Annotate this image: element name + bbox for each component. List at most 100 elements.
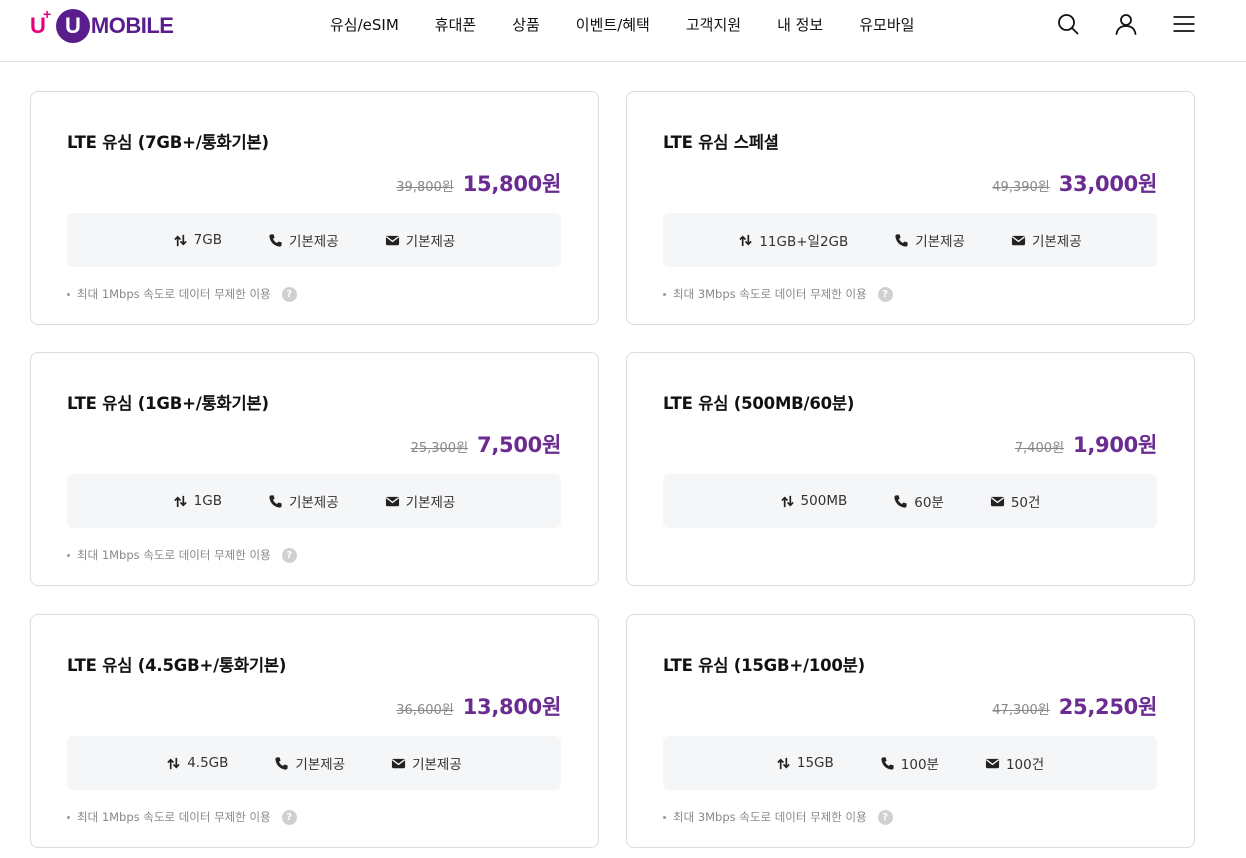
logo-plus: +: [43, 6, 52, 22]
spec-sms: 기본제공: [391, 753, 462, 773]
price-row: 49,390원 33,000원: [992, 168, 1157, 198]
nav-item-phone[interactable]: 휴대폰: [435, 14, 476, 35]
data-transfer-icon: [780, 494, 795, 509]
brand-logo[interactable]: U + U MOBILE: [30, 6, 174, 44]
spec-voice-value: 기본제공: [295, 757, 346, 773]
spec-box: 11GB+일2GB 기본제공 기본제공: [663, 213, 1157, 267]
spec-sms-value: 50건: [1010, 495, 1041, 511]
phone-icon: [894, 233, 909, 248]
data-transfer-icon: [173, 233, 188, 248]
spec-data-value: 11GB+일2GB: [759, 234, 849, 250]
help-icon[interactable]: ?: [281, 809, 297, 825]
plan-title: LTE 유심 (15GB+/100분): [663, 656, 865, 675]
price-row: 39,800원 15,800원: [396, 168, 561, 198]
mail-icon: [1011, 233, 1026, 248]
nav-item-product[interactable]: 상품: [512, 14, 540, 35]
original-price: 36,600원: [396, 703, 454, 718]
sale-price: 1,900원: [1073, 433, 1157, 457]
note-text: 최대 1Mbps 속도로 데이터 무제한 이용: [77, 810, 271, 824]
spec-voice-value: 기본제공: [288, 495, 339, 511]
phone-icon: [893, 494, 908, 509]
data-transfer-icon: [776, 756, 791, 771]
help-icon[interactable]: ?: [877, 286, 893, 302]
help-icon[interactable]: ?: [281, 286, 297, 302]
spec-box: 15GB 100분 100건: [663, 736, 1157, 790]
mail-icon: [385, 494, 400, 509]
bullet-dot: [663, 292, 666, 296]
plan-card[interactable]: LTE 유심 (1GB+/통화기본) 25,300원 7,500원 1GB 기본…: [30, 352, 599, 586]
spec-data: 7GB: [173, 232, 222, 248]
spec-box: 500MB 60분 50건: [663, 474, 1157, 528]
original-price: 47,300원: [992, 703, 1050, 718]
plan-card[interactable]: LTE 유심 (7GB+/통화기본) 39,800원 15,800원 7GB 기…: [30, 91, 599, 325]
price-row: 7,400원 1,900원: [1015, 429, 1157, 459]
mail-icon: [990, 494, 1005, 509]
spec-data: 500MB: [780, 493, 847, 509]
plan-title: LTE 유심 스페셜: [663, 133, 779, 152]
phone-icon: [880, 756, 895, 771]
spec-sms-value: 100건: [1005, 757, 1045, 773]
bullet-dot: [67, 292, 70, 296]
spec-sms-value: 기본제공: [412, 757, 462, 773]
phone-icon: [268, 233, 283, 248]
data-transfer-icon: [166, 756, 181, 771]
sale-price: 7,500원: [477, 433, 561, 457]
site-header: U + U MOBILE 유심/eSIM 휴대폰 상품 이벤트/혜택 고객지원 내…: [0, 0, 1246, 62]
mail-icon: [385, 233, 400, 248]
original-price: 39,800원: [396, 180, 454, 195]
note-text: 최대 3Mbps 속도로 데이터 무제한 이용: [673, 810, 867, 824]
spec-sms: 기본제공: [385, 230, 455, 250]
price-row: 25,300원 7,500원: [411, 429, 562, 459]
note-text: 최대 1Mbps 속도로 데이터 무제한 이용: [77, 287, 271, 301]
nav-item-event[interactable]: 이벤트/혜택: [576, 14, 650, 35]
spec-box: 7GB 기본제공 기본제공: [67, 213, 561, 267]
help-icon[interactable]: ?: [281, 547, 297, 563]
spec-data: 11GB+일2GB: [738, 230, 848, 250]
plan-note: 최대 3Mbps 속도로 데이터 무제한 이용 ?: [663, 809, 893, 825]
spec-voice: 기본제공: [268, 230, 339, 250]
original-price: 7,400원: [1014, 441, 1065, 456]
user-icon[interactable]: [1114, 12, 1138, 36]
bullet-dot: [663, 815, 666, 819]
spec-voice-value: 기본제공: [288, 234, 339, 250]
mail-icon: [985, 756, 1000, 771]
mail-icon: [391, 756, 406, 771]
nav-item-myinfo[interactable]: 내 정보: [777, 14, 823, 35]
note-text: 최대 1Mbps 속도로 데이터 무제한 이용: [77, 548, 271, 562]
plan-card[interactable]: LTE 유심 (15GB+/100분) 47,300원 25,250원 15GB…: [626, 614, 1195, 848]
spec-voice-value: 60분: [914, 495, 944, 511]
logo-text: MOBILE: [90, 13, 174, 38]
spec-data-value: 1GB: [193, 493, 222, 509]
spec-data: 15GB: [776, 755, 834, 771]
data-transfer-icon: [738, 233, 753, 248]
search-icon[interactable]: [1056, 12, 1080, 36]
plan-note: 최대 1Mbps 속도로 데이터 무제한 이용 ?: [67, 809, 297, 825]
plan-title: LTE 유심 (4.5GB+/통화기본): [67, 656, 287, 675]
spec-voice: 기본제공: [894, 230, 965, 250]
menu-icon[interactable]: [1172, 12, 1196, 36]
spec-voice: 기본제공: [274, 753, 345, 773]
spec-sms: 기본제공: [1011, 230, 1082, 250]
main-nav: 유심/eSIM 휴대폰 상품 이벤트/혜택 고객지원 내 정보 유모바일: [312, 0, 932, 48]
nav-item-support[interactable]: 고객지원: [686, 14, 741, 35]
sale-price: 33,000원: [1058, 172, 1158, 196]
plan-card[interactable]: LTE 유심 (4.5GB+/통화기본) 36,600원 13,800원 4.5…: [30, 614, 599, 848]
spec-data-value: 4.5GB: [187, 755, 229, 771]
nav-item-umobile[interactable]: 유모바일: [859, 14, 914, 35]
phone-icon: [274, 756, 289, 771]
nav-item-usim[interactable]: 유심/eSIM: [330, 14, 399, 35]
price-row: 47,300원 25,250원: [992, 691, 1157, 721]
spec-data: 1GB: [173, 493, 222, 509]
spec-voice: 60분: [893, 491, 944, 511]
plan-note: 최대 3Mbps 속도로 데이터 무제한 이용 ?: [663, 286, 893, 302]
spec-data-value: 15GB: [796, 755, 834, 771]
logo-u: U +: [30, 6, 52, 38]
plan-title: LTE 유심 (7GB+/통화기본): [67, 133, 269, 152]
help-icon[interactable]: ?: [877, 809, 893, 825]
spec-box: 4.5GB 기본제공 기본제공: [67, 736, 561, 790]
spec-voice-value: 기본제공: [915, 234, 965, 250]
plan-card[interactable]: LTE 유심 (500MB/60분) 7,400원 1,900원 500MB 6…: [626, 352, 1195, 586]
logo-circle: U: [55, 9, 90, 43]
note-text: 최대 3Mbps 속도로 데이터 무제한 이용: [673, 287, 867, 301]
plan-card[interactable]: LTE 유심 스페셜 49,390원 33,000원 11GB+일2GB 기본제…: [626, 91, 1195, 325]
